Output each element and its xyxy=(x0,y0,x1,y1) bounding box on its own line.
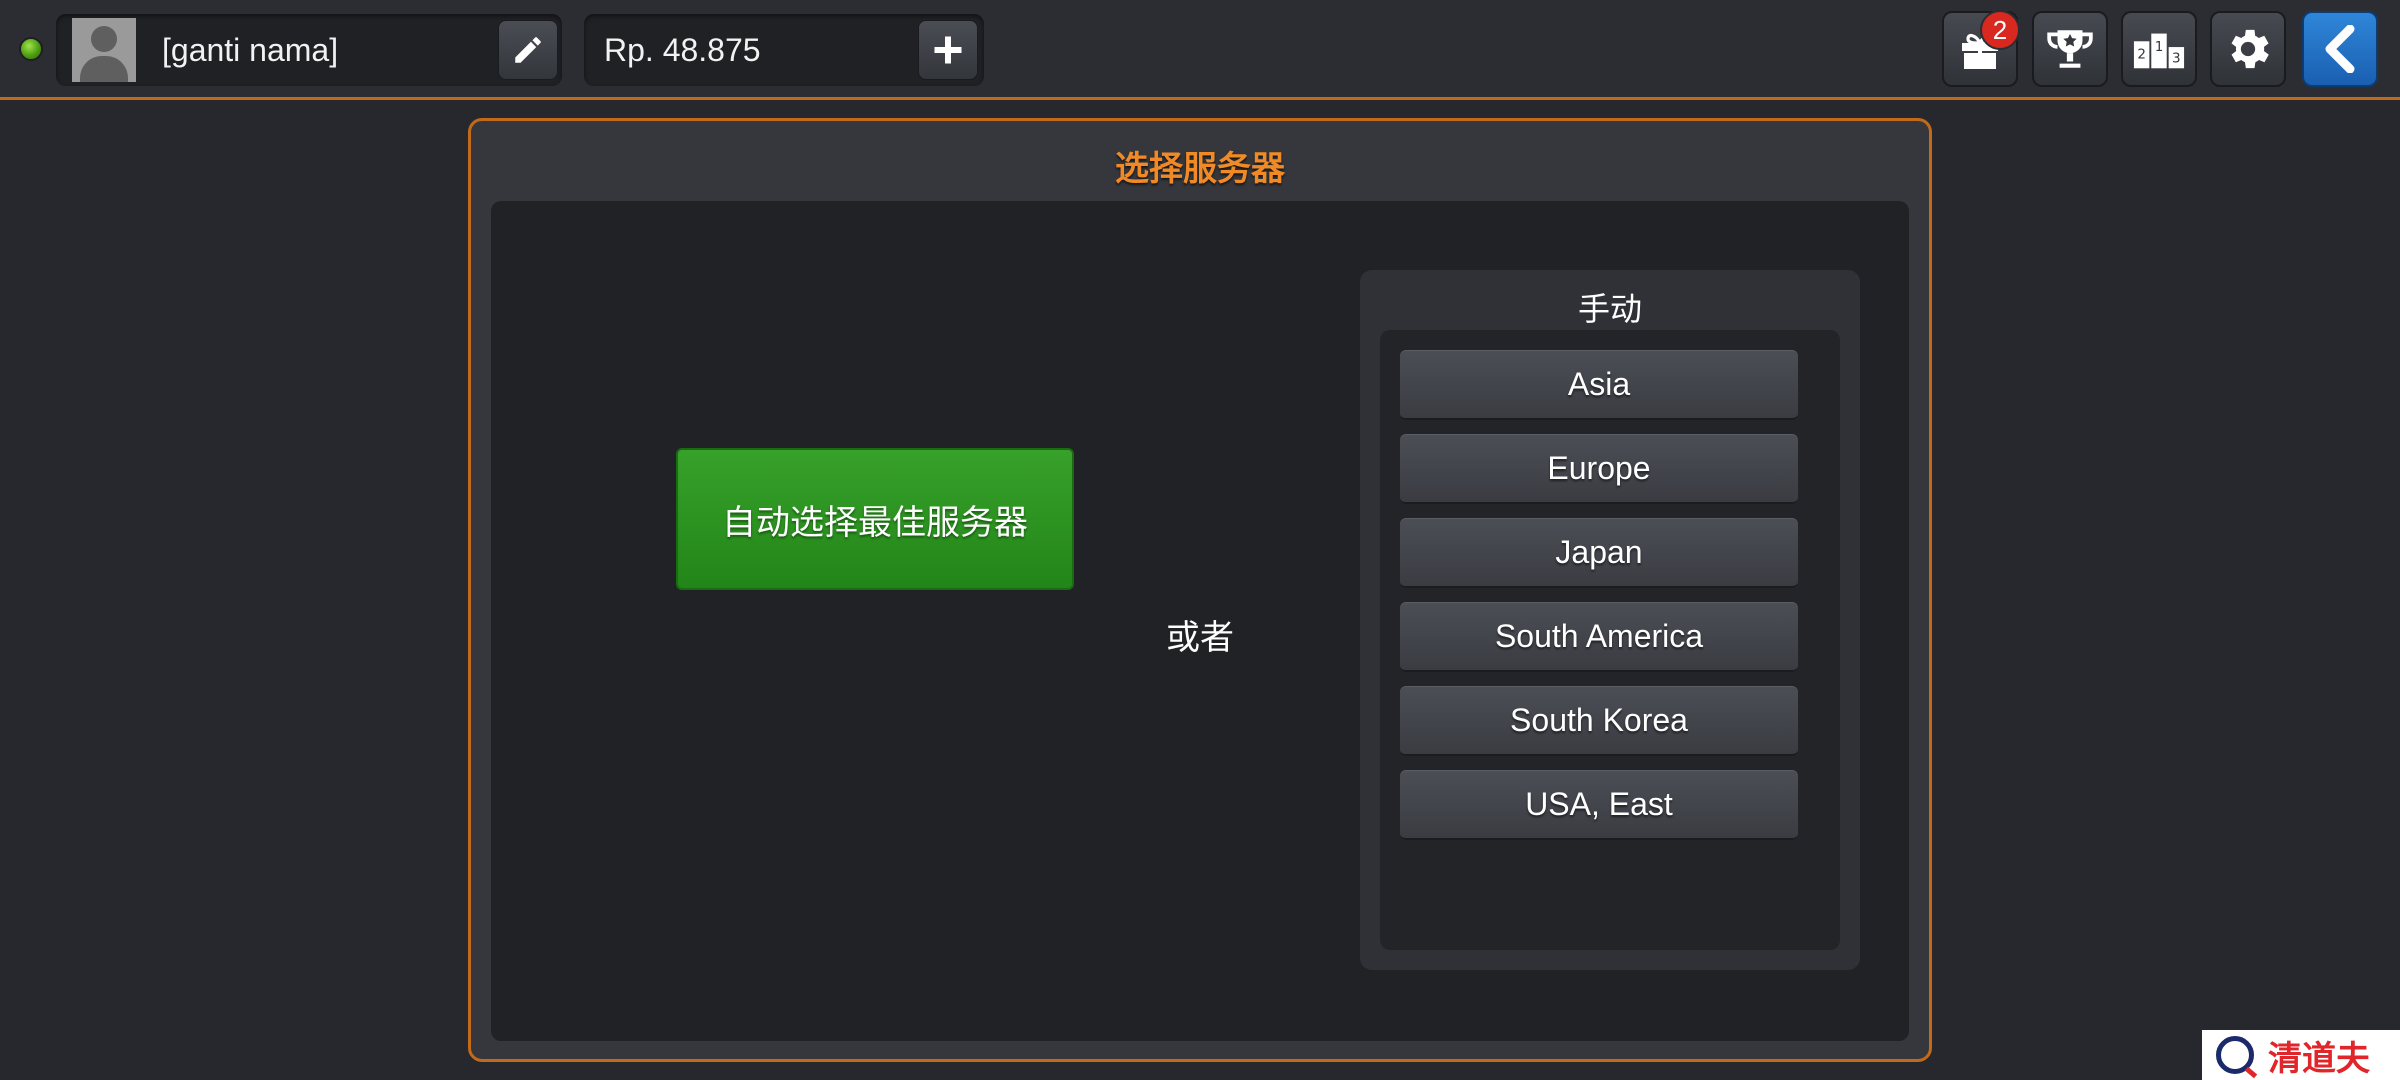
settings-button[interactable] xyxy=(2210,11,2286,87)
pencil-icon xyxy=(515,37,541,63)
plus-icon xyxy=(934,36,962,64)
trophy-icon xyxy=(2047,30,2093,68)
server-button-usa-east[interactable]: USA, East xyxy=(1400,770,1798,840)
or-label: 或者 xyxy=(1166,619,1234,657)
manual-server-panel: 手动 Asia Europe Japan South America South… xyxy=(1360,270,1860,970)
gift-notification-badge: 2 xyxy=(1980,10,2020,50)
server-button-europe[interactable]: Europe xyxy=(1400,434,1798,504)
svg-text:3: 3 xyxy=(2172,51,2181,67)
watermark: 清道夫 xyxy=(2202,1030,2400,1080)
money-balance: Rp. 48.875 xyxy=(604,32,761,68)
svg-text:2: 2 xyxy=(2137,47,2146,63)
watermark-text: 清道夫 xyxy=(2268,1038,2370,1079)
server-button-japan[interactable]: Japan xyxy=(1400,518,1798,588)
avatar-body-shape xyxy=(80,56,128,82)
podium-icon: 2 1 3 xyxy=(2133,33,2185,69)
dialog-title: 选择服务器 xyxy=(1115,150,1285,188)
gear-icon xyxy=(2231,29,2269,69)
svg-text:1: 1 xyxy=(2155,39,2164,55)
leaderboard-button[interactable]: 2 1 3 xyxy=(2121,11,2197,87)
profile-panel: [ganti nama] xyxy=(56,14,562,86)
server-button-south-korea[interactable]: South Korea xyxy=(1400,686,1798,756)
server-button-asia[interactable]: Asia xyxy=(1400,350,1798,420)
back-arrow-icon xyxy=(2325,25,2355,73)
top-bar: [ganti nama] Rp. 48.875 2 2 1 3 xyxy=(0,0,2400,100)
auto-select-server-button[interactable]: 自动选择最佳服务器 xyxy=(676,448,1074,590)
avatar-head-shape xyxy=(91,26,117,52)
avatar[interactable] xyxy=(72,18,136,82)
player-name: [ganti nama] xyxy=(162,32,339,68)
server-button-south-america[interactable]: South America xyxy=(1400,602,1798,672)
server-list: Asia Europe Japan South America South Ko… xyxy=(1380,330,1840,950)
add-money-button[interactable] xyxy=(918,20,978,80)
back-button[interactable] xyxy=(2302,11,2378,87)
manual-title: 手动 xyxy=(1577,291,1642,327)
currency-panel: Rp. 48.875 xyxy=(584,14,984,86)
achievements-button[interactable] xyxy=(2032,11,2108,87)
edit-name-button[interactable] xyxy=(498,20,558,80)
online-status-indicator xyxy=(19,37,43,61)
watermark-logo-icon xyxy=(2216,1036,2254,1074)
